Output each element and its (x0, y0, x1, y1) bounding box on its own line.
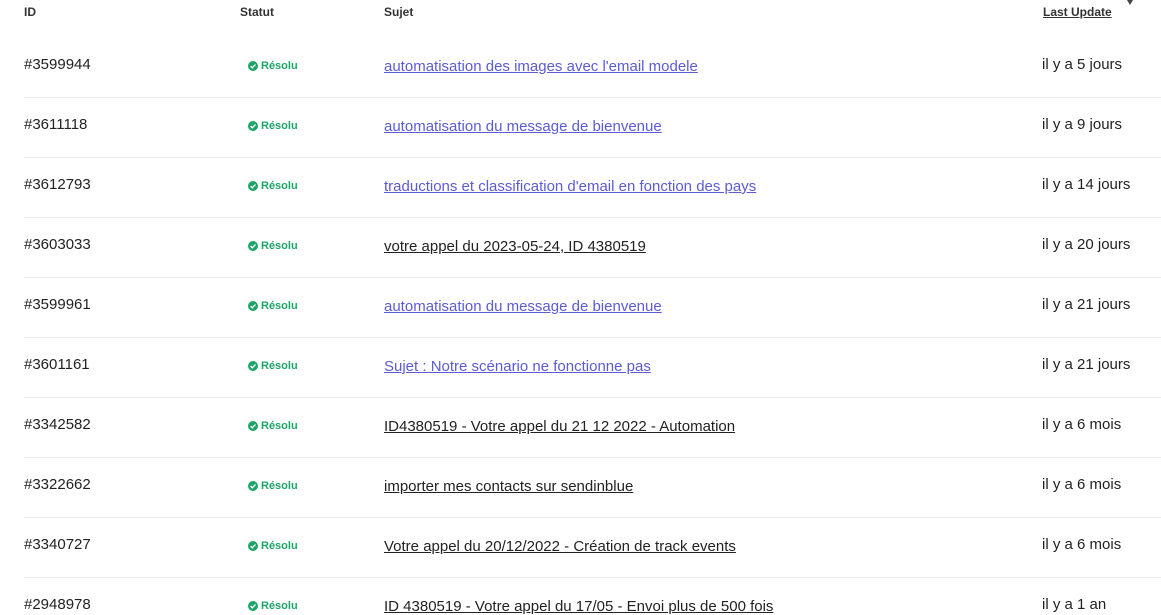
sort-descending-icon[interactable] (1127, 0, 1133, 5)
ticket-subject-link[interactable]: automatisation du message de bienvenue (384, 298, 662, 315)
table-row[interactable]: #3599944 Résolu automatisation des images … (24, 38, 1161, 98)
ticket-id: #3599961 (24, 296, 91, 313)
ticket-subject-link[interactable]: ID4380519 - Votre appel du 21 12 2022 - … (384, 418, 735, 435)
ticket-id: #3599944 (24, 56, 91, 73)
last-update-value: il y a 21 jours (1042, 356, 1131, 373)
table-row[interactable]: #3599961 Résolu automatisation du message … (24, 278, 1161, 338)
check-circle-icon (248, 601, 258, 611)
status-badge: Résolu (248, 120, 298, 132)
ticket-subject-link[interactable]: automatisation des images avec l'email m… (384, 58, 698, 75)
status-label: Résolu (261, 300, 298, 312)
ticket-subject-link[interactable]: ID 4380519 - Votre appel du 17/05 - Envo… (384, 598, 773, 615)
ticket-subject-link[interactable]: importer mes contacts sur sendinblue (384, 478, 633, 495)
last-update-value: il y a 14 jours (1042, 176, 1131, 193)
ticket-subject-link[interactable]: Sujet : Notre scénario ne fonctionne pas (384, 358, 651, 375)
status-badge: Résolu (248, 360, 298, 372)
ticket-id: #3322662 (24, 476, 91, 493)
column-header-subject[interactable]: Sujet (384, 5, 413, 19)
ticket-subject-link[interactable]: traductions et classification d'email en… (384, 178, 756, 195)
status-badge: Résolu (248, 300, 298, 312)
ticket-id: #3612793 (24, 176, 91, 193)
ticket-id: #3611118 (24, 116, 88, 133)
table-row[interactable]: #3342582 Résolu ID4380519 - Votre appel du… (24, 398, 1161, 458)
check-circle-icon (248, 121, 258, 131)
table-row[interactable]: #3601161 Résolu Sujet : Notre scénario ne … (24, 338, 1161, 398)
status-label: Résolu (261, 180, 298, 192)
table-header: ID Statut Sujet Last Update (0, 0, 1161, 36)
status-label: Résolu (261, 600, 298, 612)
check-circle-icon (248, 61, 258, 71)
table-row[interactable]: #2948978 Résolu ID 4380519 - Votre appel d… (24, 578, 1161, 615)
check-circle-icon (248, 361, 258, 371)
status-badge: Résolu (248, 540, 298, 552)
check-circle-icon (248, 541, 258, 551)
tickets-table: ID Statut Sujet Last Update #3599944 Réso… (0, 0, 1161, 615)
last-update-value: il y a 1 an (1042, 596, 1107, 613)
status-label: Résolu (261, 360, 298, 372)
ticket-subject-link[interactable]: automatisation du message de bienvenue (384, 118, 662, 135)
ticket-id: #3601161 (24, 356, 90, 373)
last-update-value: il y a 6 mois (1042, 476, 1122, 493)
ticket-id: #2948978 (24, 596, 91, 613)
status-badge: Résolu (248, 480, 298, 492)
status-label: Résolu (261, 60, 298, 72)
check-circle-icon (248, 421, 258, 431)
status-label: Résolu (261, 540, 298, 552)
column-header-id[interactable]: ID (24, 5, 36, 19)
status-badge: Résolu (248, 600, 298, 612)
status-badge: Résolu (248, 240, 298, 252)
table-row[interactable]: #3603033 Résolu votre appel du 2023-05-24,… (24, 218, 1161, 278)
ticket-id: #3342582 (24, 416, 91, 433)
last-update-value: il y a 20 jours (1042, 236, 1131, 253)
check-circle-icon (248, 241, 258, 251)
status-label: Résolu (261, 480, 298, 492)
last-update-value: il y a 9 jours (1042, 116, 1123, 133)
ticket-id: #3340727 (24, 536, 91, 553)
ticket-subject-link[interactable]: votre appel du 2023-05-24, ID 4380519 (384, 238, 646, 255)
check-circle-icon (248, 481, 258, 491)
ticket-subject-link[interactable]: Votre appel du 20/12/2022 - Création de … (384, 538, 736, 555)
status-label: Résolu (261, 120, 298, 132)
table-row[interactable]: #3322662 Résolu importer mes contacts sur … (24, 458, 1161, 518)
table-row[interactable]: #3340727 Résolu Votre appel du 20/12/2022 … (24, 518, 1161, 578)
last-update-value: il y a 5 jours (1042, 56, 1123, 73)
last-update-value: il y a 6 mois (1042, 536, 1122, 553)
status-badge: Résolu (248, 180, 298, 192)
status-label: Résolu (261, 240, 298, 252)
status-badge: Résolu (248, 420, 298, 432)
table-row[interactable]: #3611118 Résolu automatisation du message … (24, 98, 1161, 158)
column-header-status[interactable]: Statut (240, 5, 274, 19)
column-header-last-update[interactable]: Last Update (1043, 5, 1112, 19)
check-circle-icon (248, 301, 258, 311)
last-update-value: il y a 6 mois (1042, 416, 1122, 433)
last-update-value: il y a 21 jours (1042, 296, 1131, 313)
table-row[interactable]: #3612793 Résolu traductions et classificat… (24, 158, 1161, 218)
ticket-id: #3603033 (24, 236, 91, 253)
status-badge: Résolu (248, 60, 298, 72)
status-label: Résolu (261, 420, 298, 432)
check-circle-icon (248, 181, 258, 191)
